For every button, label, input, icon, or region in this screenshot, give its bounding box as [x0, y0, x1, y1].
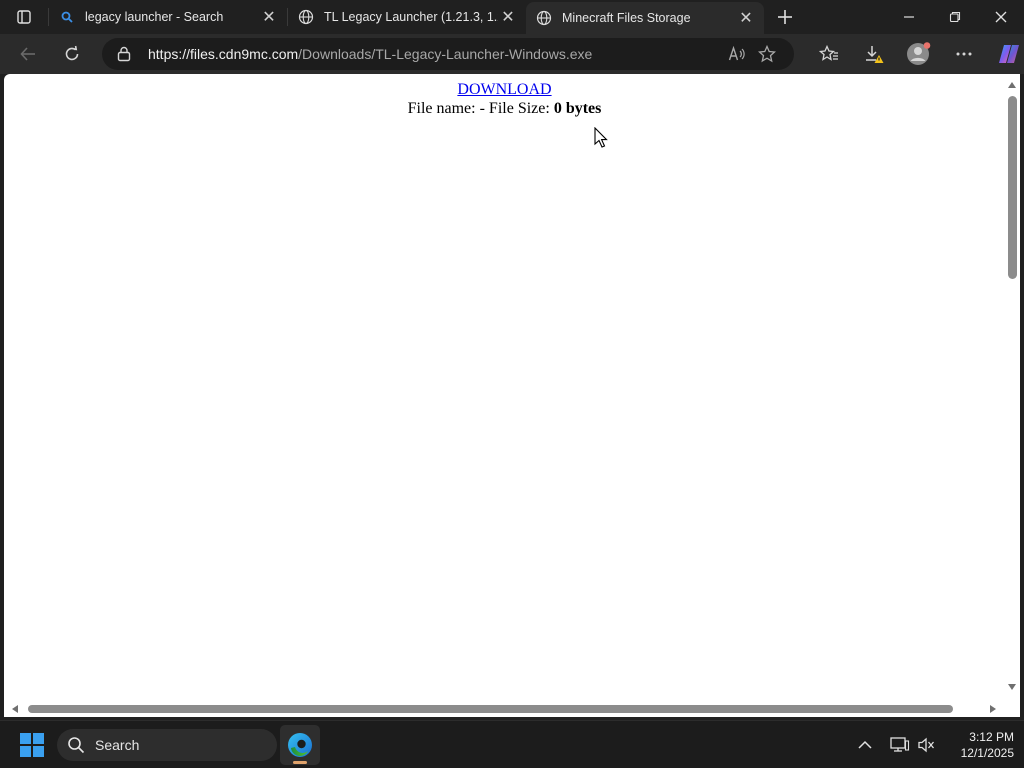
- close-tab-icon[interactable]: ✕: [736, 8, 756, 28]
- scroll-left-icon[interactable]: [12, 705, 18, 713]
- file-size-value: 0 bytes: [553, 100, 602, 117]
- file-info: File name: - File Size: 0 bytes: [4, 99, 1005, 119]
- horizontal-scroll-thumb[interactable]: [28, 705, 953, 713]
- taskbar-search-label: Search: [95, 737, 140, 753]
- scroll-right-icon[interactable]: [990, 705, 996, 713]
- star-icon: [758, 45, 776, 63]
- search-icon: [67, 736, 85, 754]
- restore-button[interactable]: [932, 0, 978, 34]
- profile-button[interactable]: [896, 38, 941, 70]
- taskbar-clock[interactable]: 3:12 PM 12/1/2025: [942, 729, 1014, 761]
- tab-strip: legacy launcher - Search ✕ TL Legacy Lau…: [0, 0, 1024, 34]
- page-viewport: DOWNLOAD File name: - File Size: 0 bytes: [4, 74, 1005, 701]
- taskbar-edge-app[interactable]: [280, 725, 320, 765]
- page-content: DOWNLOAD File name: - File Size: 0 bytes: [4, 74, 1005, 119]
- toolbar-right: [806, 38, 1024, 70]
- avatar-icon: [906, 42, 930, 65]
- download-warning-icon: [865, 46, 883, 63]
- start-button[interactable]: [14, 730, 50, 760]
- search-icon: [59, 9, 75, 25]
- tab-title: Minecraft Files Storage: [562, 11, 691, 25]
- settings-more-button[interactable]: [941, 38, 986, 70]
- scroll-up-icon[interactable]: [1008, 82, 1016, 88]
- url-path: /Downloads/TL-Legacy-Launcher-Windows.ex…: [298, 46, 593, 62]
- refresh-icon: [65, 45, 79, 61]
- windows-logo-icon: [20, 733, 44, 757]
- minimize-button[interactable]: [886, 0, 932, 34]
- url-text[interactable]: https://files.cdn9mc.com/Downloads/TL-Le…: [148, 46, 722, 62]
- mouse-cursor-icon: [594, 127, 608, 148]
- favorites-button[interactable]: [806, 38, 851, 70]
- back-button[interactable]: [10, 38, 46, 70]
- browser-toolbar: https://files.cdn9mc.com/Downloads/TL-Le…: [0, 34, 1024, 74]
- arrow-left-icon: [20, 47, 35, 61]
- downloads-button[interactable]: [851, 38, 896, 70]
- tab-search[interactable]: legacy launcher - Search ✕: [49, 0, 287, 34]
- close-icon: [995, 11, 1007, 23]
- read-aloud-button[interactable]: [722, 40, 752, 68]
- refresh-button[interactable]: [54, 38, 90, 70]
- network-icon: [890, 737, 910, 752]
- new-tab-button[interactable]: [764, 0, 806, 34]
- tab-title: TL Legacy Launcher (1.21.3, 1.20.1: [324, 10, 498, 24]
- clock-date: 12/1/2025: [960, 746, 1014, 760]
- download-link[interactable]: DOWNLOAD: [457, 81, 551, 99]
- scroll-down-icon[interactable]: [1008, 684, 1016, 690]
- minimize-icon: [904, 16, 914, 18]
- lock-icon[interactable]: [114, 46, 134, 62]
- speaker-muted-icon: [918, 737, 934, 753]
- close-tab-icon[interactable]: ✕: [498, 7, 518, 27]
- network-status-button[interactable]: [890, 721, 910, 768]
- active-app-indicator: [293, 761, 307, 764]
- favorites-icon: [818, 45, 838, 61]
- vertical-scroll-thumb[interactable]: [1008, 96, 1017, 279]
- taskbar: Search 3:12 PM 12/1/2025: [0, 720, 1024, 768]
- volume-button[interactable]: [917, 721, 935, 768]
- close-tab-icon[interactable]: ✕: [259, 7, 279, 27]
- tab-tl-legacy-launcher[interactable]: TL Legacy Launcher (1.21.3, 1.20.1 ✕: [288, 0, 526, 34]
- copilot-icon: [998, 45, 1019, 63]
- favorite-star-button[interactable]: [752, 40, 782, 68]
- horizontal-scrollbar[interactable]: [4, 701, 1020, 717]
- tab-actions-button[interactable]: [0, 0, 48, 34]
- close-window-button[interactable]: [978, 0, 1024, 34]
- tab-minecraft-files-storage[interactable]: Minecraft Files Storage ✕: [526, 2, 764, 34]
- restore-icon: [949, 11, 961, 23]
- taskbar-search-box[interactable]: Search: [57, 729, 277, 761]
- screen: legacy launcher - Search ✕ TL Legacy Lau…: [0, 0, 1024, 768]
- plus-icon: [778, 10, 792, 24]
- more-dots-icon: [956, 52, 971, 56]
- vertical-scrollbar[interactable]: [1005, 74, 1020, 701]
- read-aloud-icon: [728, 46, 745, 61]
- tab-actions-icon: [17, 10, 31, 24]
- globe-icon: [536, 10, 552, 26]
- clock-time: 3:12 PM: [969, 730, 1014, 744]
- chevron-up-icon: [858, 740, 872, 749]
- file-info-label: File name: - File Size:: [407, 100, 554, 117]
- tab-title: legacy launcher - Search: [85, 10, 224, 24]
- globe-icon: [298, 9, 314, 25]
- address-bar[interactable]: https://files.cdn9mc.com/Downloads/TL-Le…: [102, 38, 794, 70]
- show-hidden-icons-button[interactable]: [858, 721, 872, 768]
- url-host: https://files.cdn9mc.com: [148, 46, 299, 62]
- copilot-button[interactable]: [986, 38, 1024, 70]
- edge-browser-icon: [288, 733, 312, 757]
